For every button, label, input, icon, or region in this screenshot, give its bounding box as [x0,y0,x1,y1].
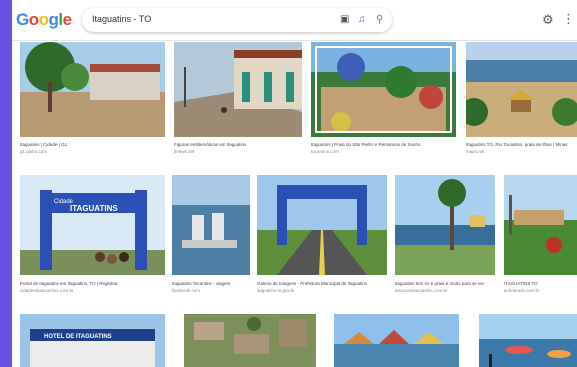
image-result[interactable]: ITAGUATINS TO achebrasil.com.br [504,175,577,300]
gear-icon[interactable]: ⚙ [542,12,554,28]
image-result[interactable]: Cidade ITAGUATINS Portal de Itaguatins e… [20,175,165,300]
browser-page: Google Itaguatins - TO ▣ ♫ ⚲ ⚙ ⋮⋮ Itagua… [12,0,577,367]
result-thumbnail[interactable] [172,175,250,275]
result-thumbnail[interactable] [20,42,165,137]
image-result[interactable] [334,314,459,367]
result-thumbnail[interactable] [466,42,577,137]
result-thumbnail[interactable] [334,314,459,367]
result-thumbnail[interactable] [504,175,577,275]
mic-icon[interactable]: ♫ [358,14,366,25]
image-result[interactable]: Itaguatins | Cidade | G1 g1.globo.com [20,42,165,155]
hotel-sign: HOTEL DE ITAGUATINS [44,334,112,340]
result-thumbnail[interactable] [257,175,387,275]
result-thumbnail[interactable] [311,42,456,137]
apps-icon[interactable]: ⋮⋮ [562,11,577,27]
image-result[interactable]: Figuras emblemáticas em Itaguatins jtnew… [174,42,302,155]
image-result[interactable]: Itaguatins | Praia do São Pedro e Remans… [311,42,456,155]
image-result[interactable]: Itaguatins Tocantins - viagem facebook.c… [172,175,250,300]
search-icon[interactable]: ⚲ [376,14,383,25]
image-result[interactable]: HOTEL DE ITAGUATINS [20,314,165,367]
camera-icon[interactable]: ▣ [340,14,349,25]
image-result[interactable]: Itaguatins tem rio e praia e muito para … [395,175,495,300]
result-thumbnail[interactable] [395,175,495,275]
result-thumbnail[interactable] [174,42,302,137]
google-logo[interactable]: Google [16,10,72,30]
image-result[interactable]: Itaguatins TO, Rio Tocantins, praia de I… [466,42,577,155]
google-header: Google Itaguatins - TO ▣ ♫ ⚲ ⚙ ⋮⋮ [12,0,577,41]
search-box[interactable]: Itaguatins - TO ▣ ♫ ⚲ [82,8,392,32]
search-input[interactable]: Itaguatins - TO [92,14,151,24]
result-thumbnail[interactable]: Cidade ITAGUATINS [20,175,165,275]
result-thumbnail[interactable]: HOTEL DE ITAGUATINS [20,314,165,367]
image-result[interactable] [184,314,316,367]
gate-line2: ITAGUATINS [70,204,118,213]
image-result[interactable]: Galeria de Imagens - Prefeitura Municipa… [257,175,387,300]
result-thumbnail[interactable] [479,314,577,367]
image-result[interactable] [479,314,577,367]
result-thumbnail[interactable] [184,314,316,367]
